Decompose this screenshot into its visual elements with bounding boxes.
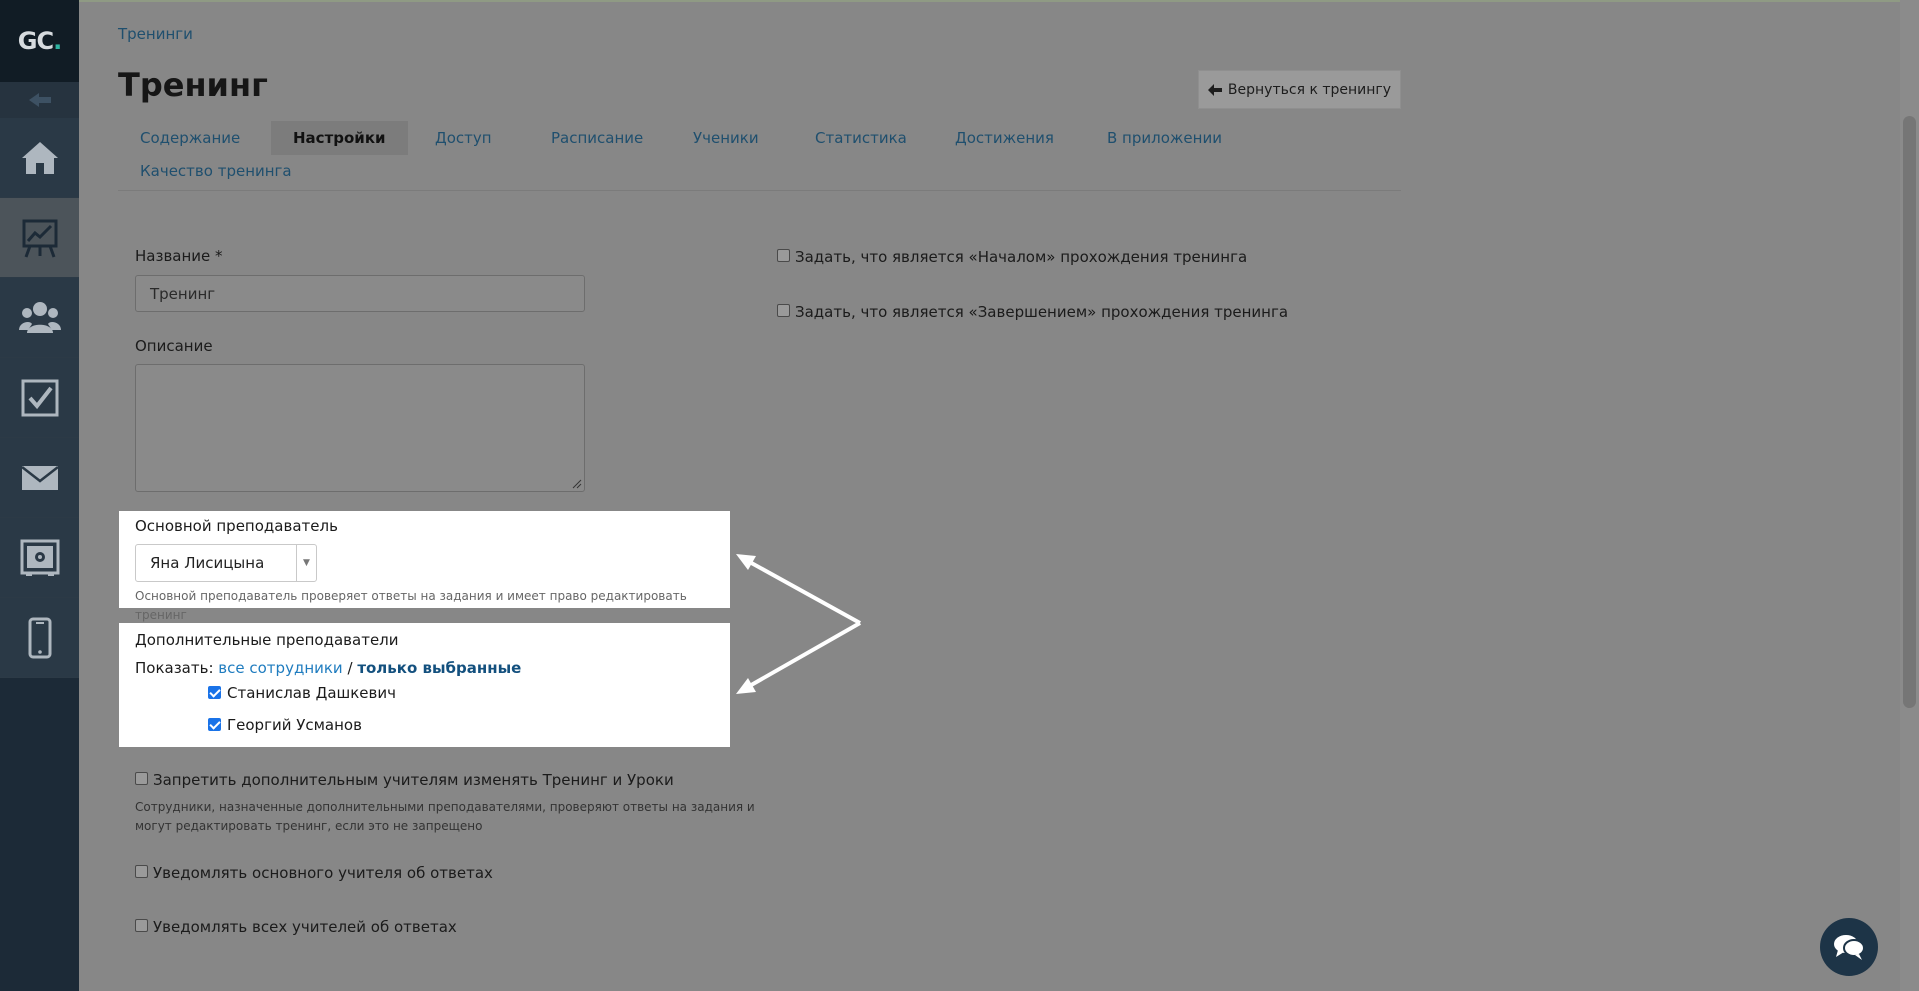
tab-achievements[interactable]: Достижения [933,121,1076,155]
top-border [79,0,1900,2]
show-all-link[interactable]: все сотрудники [218,659,342,677]
chat-bubbles-icon [1834,935,1865,960]
forbid-hint-line-2: могут редактировать тренинг, если это не… [135,819,483,833]
collapse-arrow-icon [28,93,51,107]
tab-content[interactable]: Содержание [118,121,262,155]
teacher-checkbox-2[interactable] [208,718,221,731]
finish-checkbox[interactable] [777,304,790,317]
mail-icon [20,465,59,490]
start-label: Задать, что является «Началом» прохожден… [795,248,1248,266]
scrollbar-thumb[interactable] [1903,116,1916,708]
tab-training-quality[interactable]: Качество тренинга [118,154,314,188]
sidebar-item-trainings[interactable] [0,198,79,278]
description-textarea[interactable] [135,364,585,492]
finish-label: Задать, что является «Завершением» прохо… [795,303,1289,321]
chat-button[interactable] [1820,918,1878,976]
forbid-label: Запретить дополнительным учителям изменя… [153,771,674,789]
home-icon [21,141,58,174]
show-separator: / [347,659,353,677]
breadcrumb[interactable]: Тренинги [118,25,193,43]
tab-schedule[interactable]: Расписание [529,121,665,155]
show-label: Показать: [135,659,214,677]
main-teacher-select[interactable]: Яна Лисицына ▼ [135,544,317,582]
sidebar-item-users[interactable] [0,278,79,358]
checkbox-icon [21,379,58,416]
forbid-hint-line-1: Сотрудники, назначенные дополнительными … [135,800,755,814]
main-teacher-hint: Основной преподаватель проверяет ответы … [135,589,687,622]
logo-text: GC [17,27,54,55]
tab-students[interactable]: Ученики [671,121,781,155]
tab-statistics[interactable]: Статистика [793,121,929,155]
page-title: Тренинг [118,66,268,104]
extra-teachers-panel: Дополнительные преподаватели Показать: в… [119,623,730,747]
name-input[interactable]: Тренинг [135,275,585,312]
users-icon [18,301,61,333]
teacher-name-1: Станислав Дашкевич [227,684,396,702]
tab-access[interactable]: Доступ [413,121,514,155]
logo-dot: . [53,27,62,55]
arrow-left-icon [1207,83,1222,96]
main-teacher-value: Яна Лисицына [150,554,265,572]
tab-in-app[interactable]: В приложении [1085,121,1244,155]
collapse-sidebar-button[interactable] [0,82,79,118]
main-teacher-panel: Основной преподаватель Яна Лисицына ▼ Ос… [119,511,730,622]
notify-all-label: Уведомлять всех учителей об ответах [153,918,457,936]
resize-handle-icon[interactable] [572,479,582,489]
phone-icon [28,617,51,658]
teacher-name-2: Георгий Усманов [227,716,362,734]
sidebar-item-mobile[interactable] [0,598,79,678]
annotation-arrows [736,554,861,694]
chart-board-icon [22,219,57,258]
show-selected-link[interactable]: только выбранные [357,659,521,677]
sidebar-item-messages[interactable] [0,438,79,518]
extra-teachers-label: Дополнительные преподаватели [135,631,399,649]
chevron-down-icon: ▼ [296,545,316,581]
name-label: Название * [135,247,223,265]
forbid-checkbox[interactable] [135,772,148,785]
back-button-label: Вернуться к тренингу [1227,81,1392,98]
notify-main-checkbox[interactable] [135,865,148,878]
tab-settings[interactable]: Настройки [271,121,408,155]
notify-all-checkbox[interactable] [135,919,148,932]
sidebar-item-safe[interactable] [0,518,79,598]
start-checkbox[interactable] [777,249,790,262]
notify-main-label: Уведомлять основного учителя об ответах [153,864,493,882]
safe-icon [20,539,59,576]
back-to-training-button[interactable]: Вернуться к тренингу [1198,70,1401,109]
teacher-checkbox-1[interactable] [208,686,221,699]
description-label: Описание [135,337,213,355]
tabs-bar: Содержание Настройки Доступ Расписание У… [118,121,1401,191]
sidebar: GC. [0,0,79,991]
sidebar-item-tasks[interactable] [0,358,79,438]
main-teacher-label: Основной преподаватель [135,517,338,535]
show-filter: Показать: все сотрудники / только выбран… [135,659,521,677]
sidebar-item-home[interactable] [0,118,79,198]
logo[interactable]: GC. [0,0,79,82]
